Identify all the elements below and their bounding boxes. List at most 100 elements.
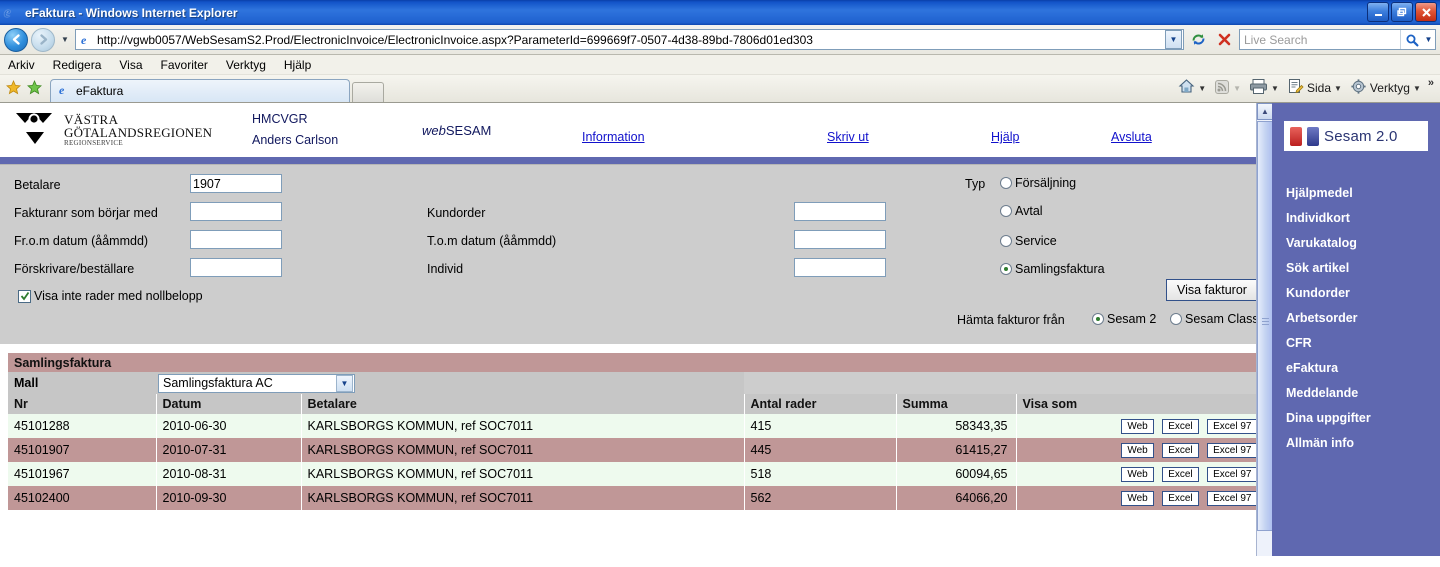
header-link-hjalp[interactable]: Hjälp: [991, 130, 1020, 144]
search-input[interactable]: Live Search ▼: [1239, 29, 1436, 50]
view-excel-button[interactable]: Excel: [1162, 466, 1199, 482]
minimize-button[interactable]: [1367, 2, 1389, 22]
window-title-bar[interactable]: e eFaktura - Windows Internet Explorer: [0, 0, 1440, 25]
table-row[interactable]: 45101288 2010-06-30 KARLSBORGS KOMMUN, r…: [8, 414, 1265, 438]
radio-circle[interactable]: [1000, 205, 1012, 217]
radio-circle[interactable]: [1170, 313, 1182, 325]
tools-menu-button[interactable]: Verktyg ▼: [1347, 77, 1424, 99]
view-web-button[interactable]: Web: [1121, 418, 1154, 434]
view-web-button[interactable]: Web: [1121, 466, 1154, 482]
sidebar-item-efaktura[interactable]: eFaktura: [1272, 356, 1440, 381]
view-excel97-button[interactable]: Excel 97: [1207, 490, 1258, 506]
input-fakturanr[interactable]: [190, 202, 282, 221]
radio-source-sesam-classic[interactable]: Sesam Classic: [1170, 312, 1268, 326]
sidebar-item-individkort[interactable]: Individkort: [1272, 206, 1440, 231]
sidebar-item-cfr[interactable]: CFR: [1272, 331, 1440, 356]
view-excel-button[interactable]: Excel: [1162, 490, 1199, 506]
sidebar-item-kundorder[interactable]: Kundorder: [1272, 281, 1440, 306]
tools-chevron-down-icon[interactable]: ▼: [1413, 84, 1421, 93]
input-individ[interactable]: [794, 258, 886, 277]
refresh-button-icon[interactable]: [1187, 29, 1210, 51]
add-star-icon[interactable]: [27, 79, 42, 98]
column-header-datum[interactable]: Datum: [156, 394, 302, 414]
view-excel97-button[interactable]: Excel 97: [1207, 442, 1258, 458]
radio-typ-avtal[interactable]: Avtal: [1000, 204, 1043, 218]
tab-efaktura[interactable]: e eFaktura: [50, 79, 350, 102]
column-header-antal-rader[interactable]: Antal rader: [744, 394, 897, 414]
header-link-skriv-ut[interactable]: Skriv ut: [827, 130, 869, 144]
page-scrollbar-vertical[interactable]: ▲: [1256, 103, 1273, 556]
back-button-icon[interactable]: [4, 27, 28, 52]
radio-typ-service[interactable]: Service: [1000, 234, 1057, 248]
star-icon[interactable]: [6, 79, 21, 98]
home-button[interactable]: ▼: [1175, 77, 1209, 99]
close-button[interactable]: [1415, 2, 1437, 22]
radio-circle[interactable]: [1000, 177, 1012, 189]
search-provider-chevron-down-icon[interactable]: ▼: [1422, 35, 1435, 44]
radio-circle[interactable]: [1000, 235, 1012, 247]
feeds-button[interactable]: ▼: [1211, 78, 1244, 99]
scroll-up-arrow-icon[interactable]: ▲: [1257, 103, 1273, 120]
show-invoices-button[interactable]: Visa fakturor: [1166, 279, 1258, 301]
address-bar[interactable]: e http://vgwb0057/WebSesamS2.Prod/Electr…: [75, 29, 1184, 50]
view-web-button[interactable]: Web: [1121, 490, 1154, 506]
new-tab-button[interactable]: [352, 82, 384, 102]
feeds-chevron-down-icon[interactable]: ▼: [1233, 84, 1241, 93]
input-from-datum[interactable]: [190, 230, 282, 249]
checkbox-hide-zero-rows[interactable]: Visa inte rader med nollbelopp: [18, 289, 203, 303]
print-chevron-down-icon[interactable]: ▼: [1271, 84, 1279, 93]
input-betalare[interactable]: [190, 174, 282, 193]
column-header-summa[interactable]: Summa: [896, 394, 1017, 414]
sidebar-item-allman-info[interactable]: Allmän info: [1272, 431, 1440, 456]
menu-item-verktyg[interactable]: Verktyg: [226, 58, 266, 72]
command-overflow-icon[interactable]: »: [1426, 77, 1436, 89]
view-excel-button[interactable]: Excel: [1162, 418, 1199, 434]
column-header-betalare[interactable]: Betalare: [301, 394, 745, 414]
radio-typ-samlingsfaktura[interactable]: Samlingsfaktura: [1000, 262, 1105, 276]
header-link-information[interactable]: Information: [582, 130, 645, 144]
table-row[interactable]: 45101967 2010-08-31 KARLSBORGS KOMMUN, r…: [8, 462, 1265, 486]
print-button[interactable]: ▼: [1246, 77, 1282, 99]
radio-circle[interactable]: [1000, 263, 1012, 275]
radio-source-sesam2[interactable]: Sesam 2: [1092, 312, 1156, 326]
radio-typ-forsaljning[interactable]: Försäljning: [1000, 176, 1076, 190]
scrollbar-thumb[interactable]: [1257, 121, 1273, 531]
input-kundorder[interactable]: [794, 202, 886, 221]
view-excel-button[interactable]: Excel: [1162, 442, 1199, 458]
sidebar-item-meddelande[interactable]: Meddelande: [1272, 381, 1440, 406]
home-chevron-down-icon[interactable]: ▼: [1198, 84, 1206, 93]
checkbox-box[interactable]: [18, 289, 31, 303]
input-forskrivare[interactable]: [190, 258, 282, 277]
sidebar-item-arbetsorder[interactable]: Arbetsorder: [1272, 306, 1440, 331]
page-menu-button[interactable]: Sida ▼: [1284, 77, 1345, 99]
table-row[interactable]: 45102400 2010-09-30 KARLSBORGS KOMMUN, r…: [8, 486, 1265, 510]
ie-logo-icon: e: [4, 4, 11, 21]
table-row[interactable]: 45101907 2010-07-31 KARLSBORGS KOMMUN, r…: [8, 438, 1265, 462]
address-history-chevron-down-icon[interactable]: ▼: [1165, 30, 1182, 49]
sidebar-item-varukatalog[interactable]: Varukatalog: [1272, 231, 1440, 256]
header-link-avsluta[interactable]: Avsluta: [1111, 130, 1152, 144]
radio-circle[interactable]: [1092, 313, 1104, 325]
menu-item-arkiv[interactable]: Arkiv: [8, 58, 35, 72]
recent-pages-chevron-down-icon[interactable]: ▼: [58, 35, 72, 44]
sidebar-item-dina-uppgifter[interactable]: Dina uppgifter: [1272, 406, 1440, 431]
sidebar-item-sok-artikel[interactable]: Sök artikel: [1272, 256, 1440, 281]
menu-item-redigera[interactable]: Redigera: [53, 58, 102, 72]
stop-button-icon[interactable]: [1213, 29, 1236, 51]
search-icon[interactable]: [1400, 30, 1422, 49]
menu-item-favoriter[interactable]: Favoriter: [161, 58, 208, 72]
sidebar-item-hjalpmedel[interactable]: Hjälpmedel: [1272, 181, 1440, 206]
menu-item-hjalp[interactable]: Hjälp: [284, 58, 311, 72]
restore-button[interactable]: [1391, 2, 1413, 22]
input-tom-datum[interactable]: [794, 230, 886, 249]
view-web-button[interactable]: Web: [1121, 442, 1154, 458]
view-excel97-button[interactable]: Excel 97: [1207, 466, 1258, 482]
sesam-logo[interactable]: Sesam 2.0: [1284, 121, 1428, 151]
column-header-nr[interactable]: Nr: [8, 394, 157, 414]
template-select[interactable]: Samlingsfaktura AC ▼: [158, 373, 355, 393]
menu-item-visa[interactable]: Visa: [119, 58, 142, 72]
template-chevron-down-icon[interactable]: ▼: [336, 374, 353, 392]
view-excel97-button[interactable]: Excel 97: [1207, 418, 1258, 434]
page-chevron-down-icon[interactable]: ▼: [1334, 84, 1342, 93]
forward-button-icon[interactable]: [31, 27, 55, 52]
